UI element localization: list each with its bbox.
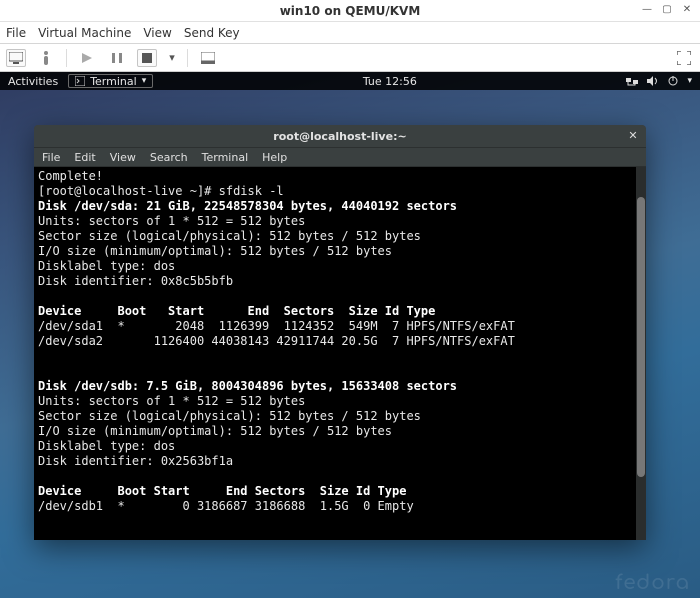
power-icon — [668, 76, 678, 86]
terminal-menu-search[interactable]: Search — [150, 151, 188, 164]
host-maximize-button[interactable]: ▢ — [661, 3, 673, 17]
terminal-menu-help[interactable]: Help — [262, 151, 287, 164]
gnome-system-tray[interactable]: ▾ — [626, 76, 692, 86]
fedora-watermark: fedora — [615, 571, 690, 594]
host-minimize-button[interactable]: — — [641, 3, 653, 17]
app-menu-terminal[interactable]: Terminal ▾ — [68, 74, 153, 88]
host-close-button[interactable]: ✕ — [681, 3, 693, 17]
terminal-window: root@localhost-live:~ ✕ File Edit View S… — [34, 125, 646, 540]
terminal-title-text: root@localhost-live:~ — [273, 130, 406, 143]
toolbar-separator — [66, 49, 67, 67]
guest-desktop: Activities Terminal ▾ Tue 12:56 ▾ root@l… — [0, 72, 700, 598]
app-menu-caret-icon: ▾ — [142, 76, 147, 86]
console-button[interactable] — [6, 49, 26, 67]
host-toolbar: ▾ — [0, 44, 700, 72]
toolbar-separator-2 — [187, 49, 188, 67]
terminal-body[interactable]: Complete! [root@localhost-live ~]# sfdis… — [34, 167, 646, 540]
terminal-menu-edit[interactable]: Edit — [74, 151, 95, 164]
terminal-output[interactable]: Complete! [root@localhost-live ~]# sfdis… — [34, 167, 636, 540]
app-menu-label: Terminal — [90, 75, 137, 88]
shutdown-menu-caret-icon[interactable]: ▾ — [167, 49, 177, 67]
gnome-top-left: Activities Terminal ▾ — [8, 74, 153, 88]
host-menu-send-key[interactable]: Send Key — [184, 26, 240, 40]
host-window-controls: — ▢ ✕ — [637, 0, 697, 20]
host-titlebar: win10 on QEMU/KVM — ▢ ✕ — [0, 0, 700, 22]
terminal-scrollbar[interactable] — [636, 167, 646, 540]
fullscreen-button[interactable] — [674, 49, 694, 67]
gnome-clock[interactable]: Tue 12:56 — [153, 75, 626, 88]
shutdown-button[interactable] — [137, 49, 157, 67]
terminal-menu-view[interactable]: View — [110, 151, 136, 164]
activities-button[interactable]: Activities — [8, 75, 58, 88]
volume-icon — [647, 76, 659, 86]
terminal-menu-terminal[interactable]: Terminal — [202, 151, 249, 164]
tray-caret-icon: ▾ — [687, 76, 692, 86]
network-icon — [626, 76, 638, 86]
terminal-icon — [75, 76, 85, 86]
terminal-menubar: File Edit View Search Terminal Help — [34, 147, 646, 167]
info-button[interactable] — [36, 49, 56, 67]
pause-button[interactable] — [107, 49, 127, 67]
host-menu-file[interactable]: File — [6, 26, 26, 40]
terminal-close-button[interactable]: ✕ — [626, 129, 640, 143]
snapshot-button[interactable] — [198, 49, 218, 67]
run-button[interactable] — [77, 49, 97, 67]
host-menubar: File Virtual Machine View Send Key — [0, 22, 700, 44]
host-menu-view[interactable]: View — [143, 26, 171, 40]
host-menu-virtual-machine[interactable]: Virtual Machine — [38, 26, 131, 40]
terminal-scrollbar-thumb[interactable] — [637, 197, 645, 477]
terminal-titlebar[interactable]: root@localhost-live:~ ✕ — [34, 125, 646, 147]
terminal-menu-file[interactable]: File — [42, 151, 60, 164]
host-window-title: win10 on QEMU/KVM — [0, 4, 700, 18]
gnome-top-bar: Activities Terminal ▾ Tue 12:56 ▾ — [0, 72, 700, 90]
